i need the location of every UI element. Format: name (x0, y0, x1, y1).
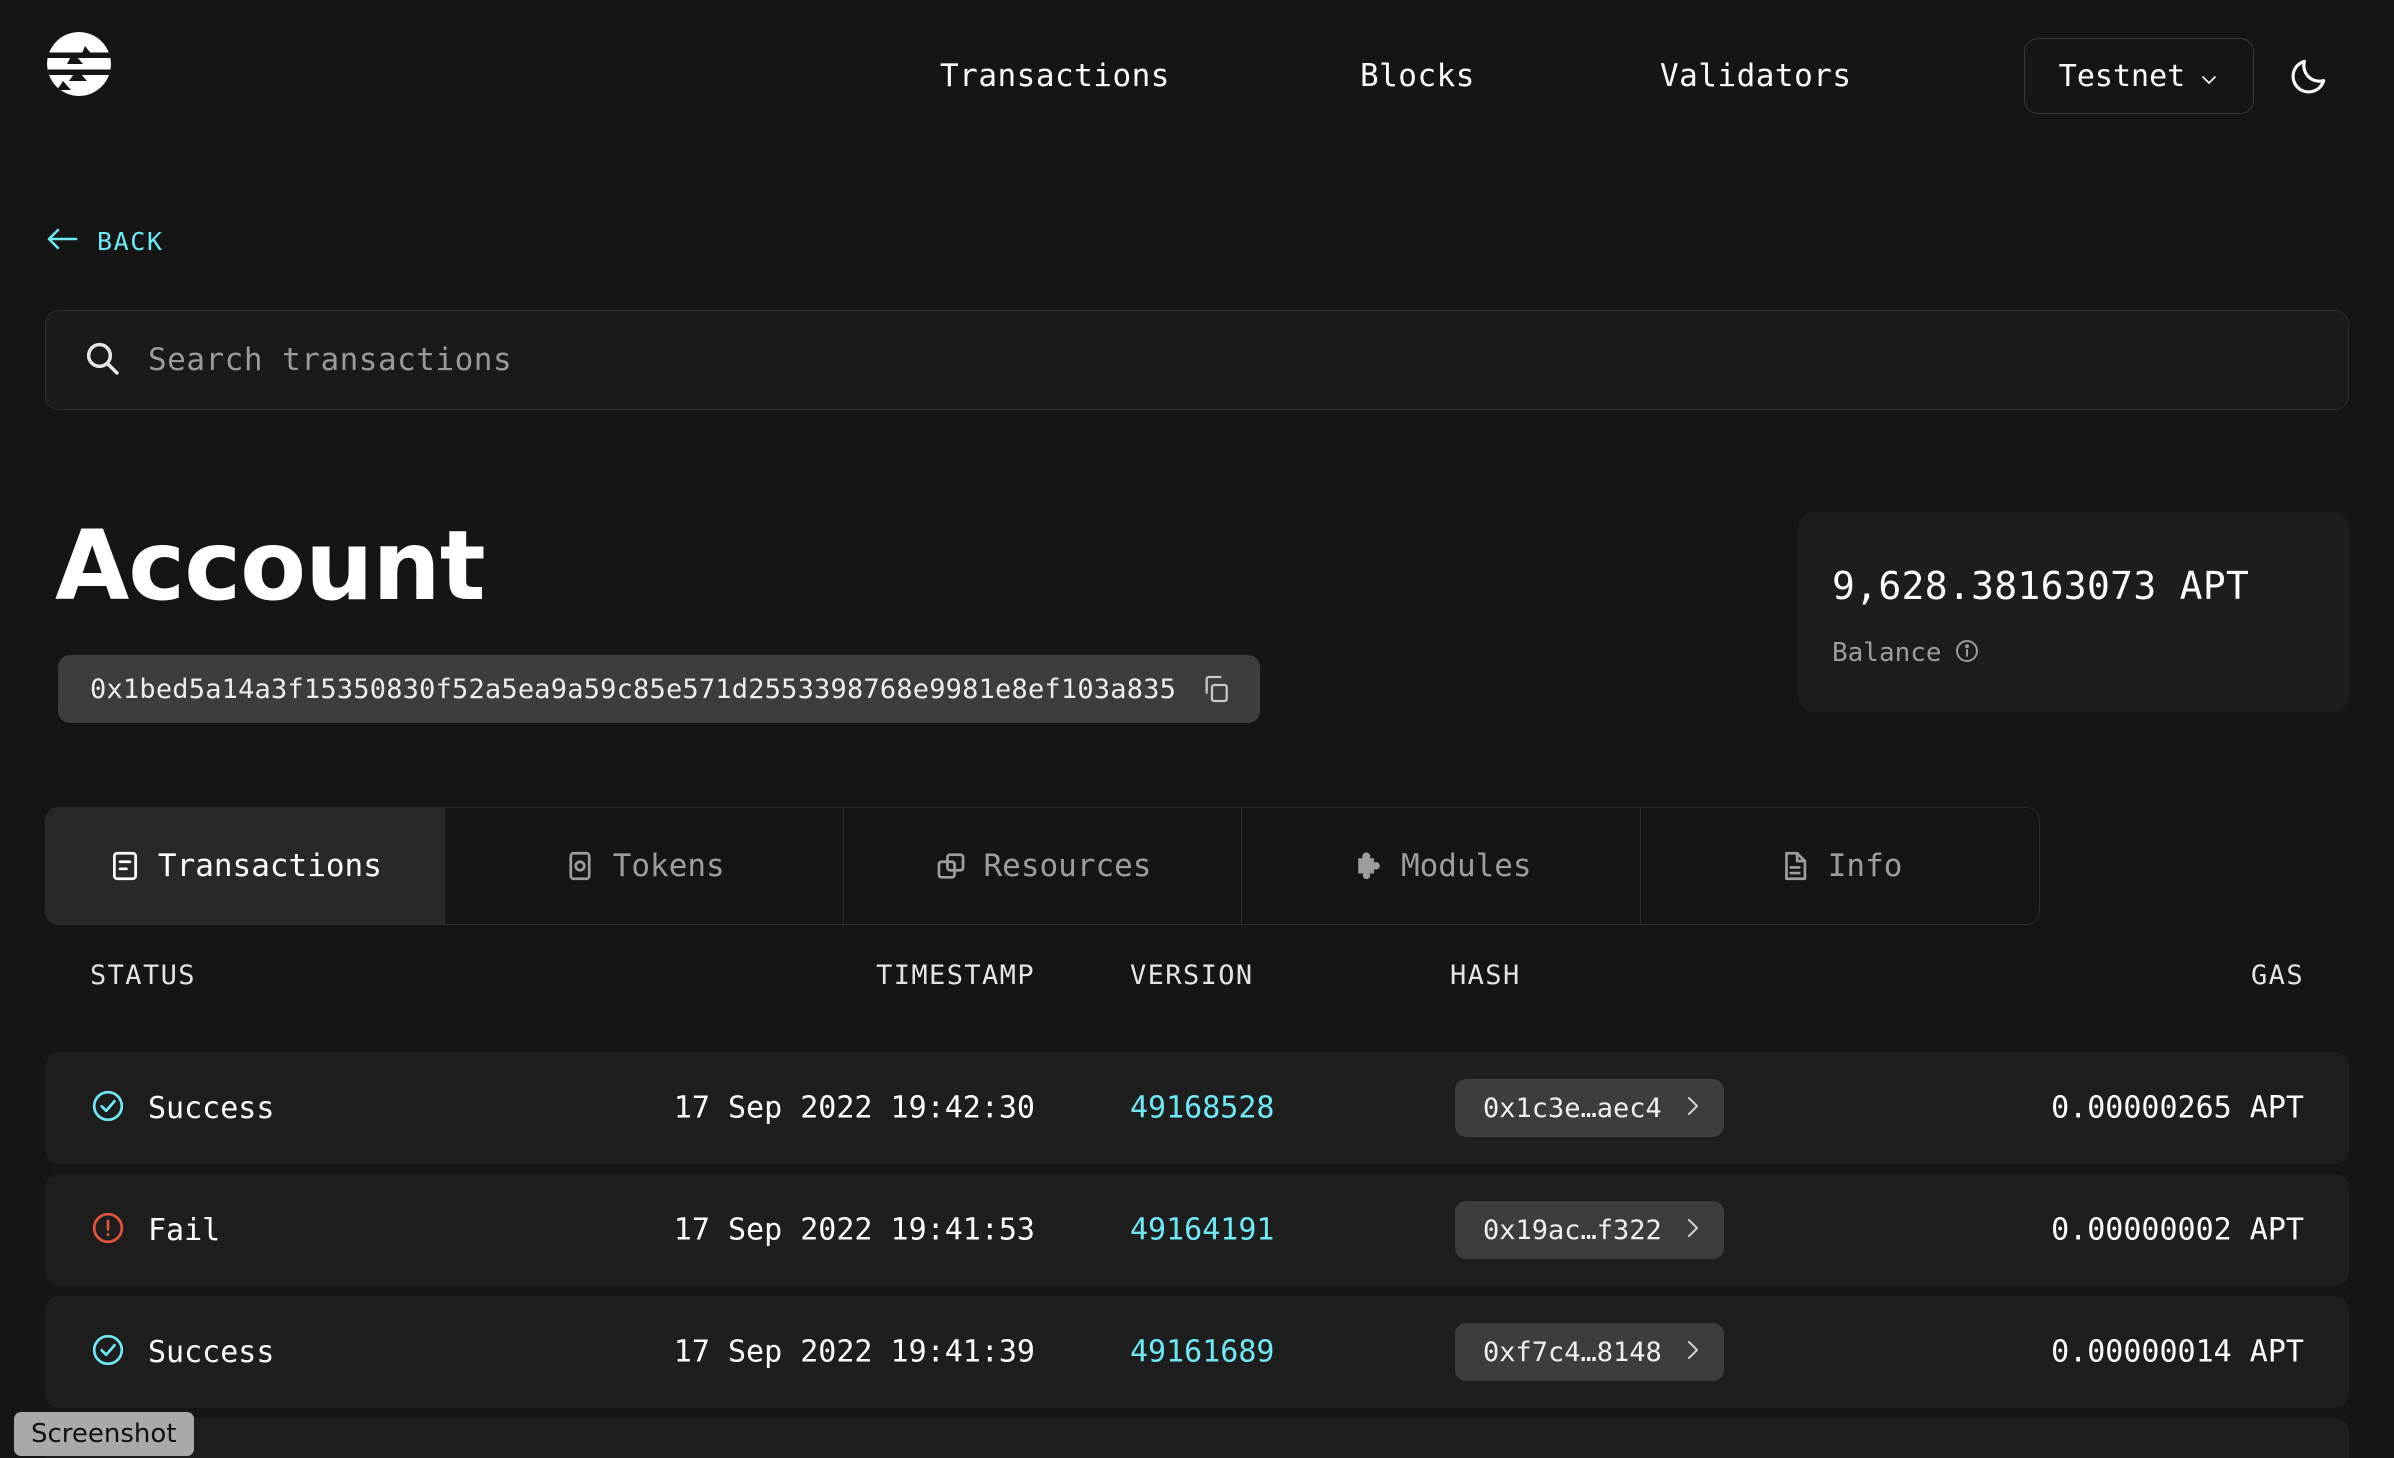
row-hash-text: 0xf7c4…8148 (1483, 1337, 1662, 1368)
row-hash-text: 0x19ac…f322 (1483, 1215, 1662, 1246)
network-selector-button[interactable]: Testnet (2024, 38, 2254, 114)
check-circle-icon (90, 1332, 126, 1372)
row-timestamp: 17 Sep 2022 19:42:30 (635, 1091, 1035, 1126)
chevron-down-icon (2199, 63, 2219, 83)
table-row[interactable]: Fail 17 Sep 2022 19:41:53 49164191 0x19a… (45, 1174, 2349, 1286)
network-selector-label: Testnet (2059, 59, 2185, 94)
balance-card: 9,628.38163073 APT Balance (1798, 512, 2350, 712)
row-status-label: Fail (148, 1213, 220, 1248)
balance-value: 9,628.38163073 APT (1832, 564, 2350, 608)
row-hash-chip[interactable]: 0x19ac…f322 (1455, 1201, 1724, 1259)
tab-modules-label: Modules (1401, 848, 1532, 884)
row-timestamp: 17 Sep 2022 19:41:39 (635, 1335, 1035, 1370)
nav-link-transactions[interactable]: Transactions (940, 58, 1170, 94)
tab-modules[interactable]: Modules (1242, 808, 1641, 924)
column-header-status: STATUS (90, 960, 196, 991)
transactions-table-body: Success 17 Sep 2022 19:42:30 49168528 0x… (45, 1052, 2349, 1458)
tab-tokens[interactable]: Tokens (445, 808, 844, 924)
row-gas: 0.00000014 APT (2051, 1335, 2304, 1370)
row-hash-chip[interactable]: 0x1c3e…aec4 (1455, 1079, 1724, 1137)
resources-icon (934, 849, 968, 883)
tab-info[interactable]: Info (1641, 808, 2039, 924)
row-version-link[interactable]: 49161689 (1130, 1335, 1275, 1370)
copy-icon[interactable] (1200, 673, 1232, 705)
search-bar[interactable] (45, 310, 2349, 410)
chevron-right-icon (1684, 1337, 1702, 1367)
puzzle-icon (1351, 849, 1385, 883)
nav-link-blocks[interactable]: Blocks (1360, 58, 1475, 94)
info-icon[interactable] (1954, 638, 1980, 668)
page-root: Transactions Blocks Validators Testnet B… (0, 0, 2394, 1458)
theme-toggle-button[interactable] (2279, 46, 2339, 106)
screenshot-badge: Screenshot (14, 1412, 194, 1456)
chevron-right-icon (1684, 1215, 1702, 1245)
table-row[interactable] (45, 1418, 2349, 1458)
nav-links: Transactions Blocks Validators (940, 0, 1852, 152)
tab-resources-label: Resources (984, 848, 1152, 884)
row-version-link[interactable]: 49164191 (1130, 1213, 1275, 1248)
column-header-timestamp: TIMESTAMP (795, 960, 1035, 991)
transactions-table-header: STATUS TIMESTAMP VERSION HASH GAS (45, 960, 2349, 1030)
table-row[interactable]: Success 17 Sep 2022 19:41:39 49161689 0x… (45, 1296, 2349, 1408)
tab-info-label: Info (1828, 848, 1903, 884)
balance-label-row: Balance (1832, 638, 2350, 668)
tab-resources[interactable]: Resources (844, 808, 1243, 924)
row-hash: 0x19ac…f322 (1455, 1201, 1724, 1259)
row-status: Success (90, 1088, 274, 1128)
row-gas: 0.00000265 APT (2051, 1091, 2304, 1126)
chevron-right-icon (1684, 1093, 1702, 1123)
column-header-gas: GAS (2251, 960, 2304, 991)
transactions-icon (108, 849, 142, 883)
row-hash-chip[interactable]: 0xf7c4…8148 (1455, 1323, 1724, 1381)
tab-transactions-label: Transactions (158, 848, 382, 884)
column-header-version: VERSION (1130, 960, 1254, 991)
row-timestamp: 17 Sep 2022 19:41:53 (635, 1213, 1035, 1248)
top-navigation-bar: Transactions Blocks Validators Testnet (0, 0, 2394, 152)
column-header-hash: HASH (1450, 960, 1521, 991)
row-version-link[interactable]: 49168528 (1130, 1091, 1275, 1126)
document-icon (1778, 849, 1812, 883)
account-address-text: 0x1bed5a14a3f15350830f52a5ea9a59c85e571d… (90, 674, 1176, 705)
account-address-chip[interactable]: 0x1bed5a14a3f15350830f52a5ea9a59c85e571d… (58, 655, 1260, 723)
row-hash: 0xf7c4…8148 (1455, 1323, 1724, 1381)
account-tabs: Transactions Tokens Resources (45, 807, 2040, 925)
search-icon (82, 338, 122, 382)
table-row[interactable]: Success 17 Sep 2022 19:42:30 49168528 0x… (45, 1052, 2349, 1164)
row-gas: 0.00000002 APT (2051, 1213, 2304, 1248)
error-circle-icon (90, 1210, 126, 1250)
back-link-label: BACK (97, 227, 164, 256)
row-status-label: Success (148, 1091, 274, 1126)
back-link[interactable]: BACK (45, 225, 164, 257)
row-status: Fail (90, 1210, 220, 1250)
moon-icon (2287, 54, 2331, 98)
search-input[interactable] (148, 342, 2348, 378)
balance-label: Balance (1832, 638, 1942, 668)
check-circle-icon (90, 1088, 126, 1128)
row-status: Success (90, 1332, 274, 1372)
row-status-label: Success (148, 1335, 274, 1370)
aptos-logo-icon (41, 26, 117, 102)
tab-tokens-label: Tokens (613, 848, 725, 884)
row-hash: 0x1c3e…aec4 (1455, 1079, 1724, 1137)
page-title: Account (55, 510, 485, 622)
aptos-logo[interactable] (41, 26, 117, 102)
token-icon (563, 849, 597, 883)
nav-link-validators[interactable]: Validators (1660, 58, 1852, 94)
row-hash-text: 0x1c3e…aec4 (1483, 1093, 1662, 1124)
arrow-left-icon (45, 225, 79, 257)
tab-transactions[interactable]: Transactions (46, 808, 445, 924)
